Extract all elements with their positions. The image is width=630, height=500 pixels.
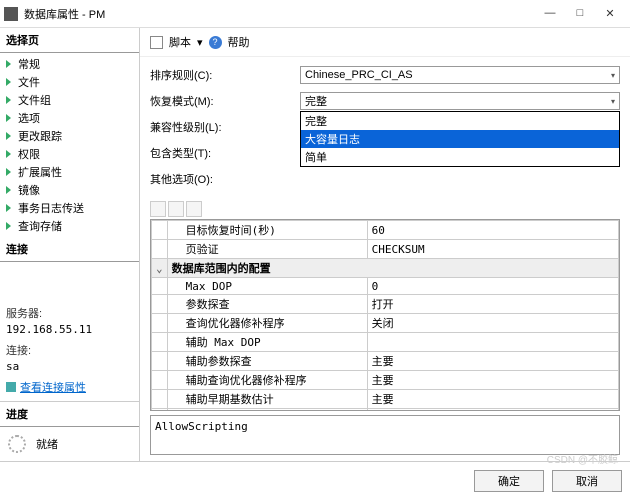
script-dropdown[interactable]: ▾ <box>197 36 203 49</box>
dropdown-item[interactable]: 完整 <box>301 112 619 130</box>
collation-label: 排序规则(C): <box>150 67 300 83</box>
grid-row[interactable]: 辅助查询优化器修补程序主要 <box>152 371 619 390</box>
contain-label: 包含类型(T): <box>150 145 300 161</box>
minimize-button[interactable]: — <box>544 7 556 20</box>
select-page-header: 选择页 <box>0 28 139 53</box>
form-area: 排序规则(C): Chinese_PRC_CI_AS▾ 恢复模式(M): 完整▾… <box>140 57 630 199</box>
grid-table: 目标恢复时间(秒)60页验证CHECKSUM⌄数据库范围内的配置Max DOP0… <box>151 220 619 411</box>
nav-item-8[interactable]: 事务日志传送 <box>0 199 139 217</box>
arrow-icon <box>6 132 14 140</box>
progress-status: 就绪 <box>36 436 58 452</box>
dropdown-item[interactable]: 简单 <box>301 148 619 166</box>
app-icon <box>4 7 18 21</box>
spinner-icon <box>8 435 26 453</box>
help-button[interactable]: 帮助 <box>228 34 250 50</box>
link-icon <box>6 382 16 392</box>
nav-item-7[interactable]: 镜像 <box>0 181 139 199</box>
cancel-button[interactable]: 取消 <box>552 470 622 492</box>
close-button[interactable]: ✕ <box>604 7 616 20</box>
arrow-icon <box>6 222 14 230</box>
arrow-icon <box>6 150 14 158</box>
recovery-label: 恢复模式(M): <box>150 93 300 109</box>
conn-label: 连接: <box>6 342 133 358</box>
footer: 确定 取消 <box>0 461 630 500</box>
dropdown-item[interactable]: 大容量日志 <box>301 130 619 148</box>
toolbar: 脚本 ▾ ? 帮助 <box>140 28 630 57</box>
grid-btn-3[interactable] <box>186 201 202 217</box>
nav-item-4[interactable]: 更改跟踪 <box>0 127 139 145</box>
grid-row[interactable]: 辅助参数探查主要 <box>152 352 619 371</box>
ok-button[interactable]: 确定 <box>474 470 544 492</box>
property-grid[interactable]: 目标恢复时间(秒)60页验证CHECKSUM⌄数据库范围内的配置Max DOP0… <box>150 219 620 411</box>
title-bar: 数据库属性 - PM — □ ✕ <box>0 0 630 28</box>
other-label: 其他选项(O): <box>150 171 300 187</box>
connection-header: 连接 <box>0 237 139 262</box>
recovery-combo[interactable]: 完整▾ <box>300 92 620 110</box>
left-panel: 选择页 常规文件文件组选项更改跟踪权限扩展属性镜像事务日志传送查询存储 连接 服… <box>0 28 140 461</box>
view-connection-text: 查看连接属性 <box>20 379 86 395</box>
grid-row[interactable]: 参数探查打开 <box>152 295 619 314</box>
nav-item-0[interactable]: 常规 <box>0 55 139 73</box>
script-icon <box>150 36 163 49</box>
maximize-button[interactable]: □ <box>574 7 586 20</box>
window-title: 数据库属性 - PM <box>24 6 544 22</box>
nav-item-1[interactable]: 文件 <box>0 73 139 91</box>
grid-row[interactable]: 页验证CHECKSUM <box>152 240 619 259</box>
arrow-icon <box>6 114 14 122</box>
grid-row[interactable]: 辅助 Max DOP <box>152 333 619 352</box>
arrow-icon <box>6 96 14 104</box>
server-value: 192.168.55.11 <box>6 323 133 336</box>
help-icon: ? <box>209 36 222 49</box>
recovery-dropdown-list[interactable]: 完整大容量日志简单 <box>300 111 620 167</box>
chevron-down-icon: ▾ <box>611 97 615 106</box>
grid-row[interactable]: Max DOP0 <box>152 278 619 295</box>
grid-row[interactable]: 目标恢复时间(秒)60 <box>152 221 619 240</box>
nav-item-3[interactable]: 选项 <box>0 109 139 127</box>
nav-item-2[interactable]: 文件组 <box>0 91 139 109</box>
grid-btn-1[interactable] <box>150 201 166 217</box>
view-connection-link[interactable]: 查看连接属性 <box>6 379 133 395</box>
arrow-icon <box>6 60 14 68</box>
compat-label: 兼容性级别(L): <box>150 119 300 135</box>
nav-item-6[interactable]: 扩展属性 <box>0 163 139 181</box>
conn-value: sa <box>6 360 133 373</box>
grid-btn-2[interactable] <box>168 201 184 217</box>
nav-item-9[interactable]: 查询存储 <box>0 217 139 235</box>
grid-toolbar <box>140 199 630 219</box>
collapse-icon[interactable]: ⌄ <box>152 259 168 278</box>
grid-row[interactable]: 辅助早期基数估计主要 <box>152 390 619 409</box>
script-button[interactable]: 脚本 <box>169 34 191 50</box>
arrow-icon <box>6 168 14 176</box>
nav-item-5[interactable]: 权限 <box>0 145 139 163</box>
progress-header: 进度 <box>0 401 139 427</box>
collation-combo[interactable]: Chinese_PRC_CI_AS▾ <box>300 66 620 84</box>
arrow-icon <box>6 78 14 86</box>
grid-row[interactable]: 早期基数估计关闭 <box>152 409 619 412</box>
arrow-icon <box>6 186 14 194</box>
nav-list: 常规文件文件组选项更改跟踪权限扩展属性镜像事务日志传送查询存储 <box>0 53 139 237</box>
grid-category[interactable]: ⌄数据库范围内的配置 <box>152 259 619 278</box>
right-panel: 脚本 ▾ ? 帮助 排序规则(C): Chinese_PRC_CI_AS▾ 恢复… <box>140 28 630 461</box>
grid-row[interactable]: 查询优化器修补程序关闭 <box>152 314 619 333</box>
arrow-icon <box>6 204 14 212</box>
description-box: AllowScripting <box>150 415 620 455</box>
chevron-down-icon: ▾ <box>611 71 615 80</box>
server-label: 服务器: <box>6 305 133 321</box>
